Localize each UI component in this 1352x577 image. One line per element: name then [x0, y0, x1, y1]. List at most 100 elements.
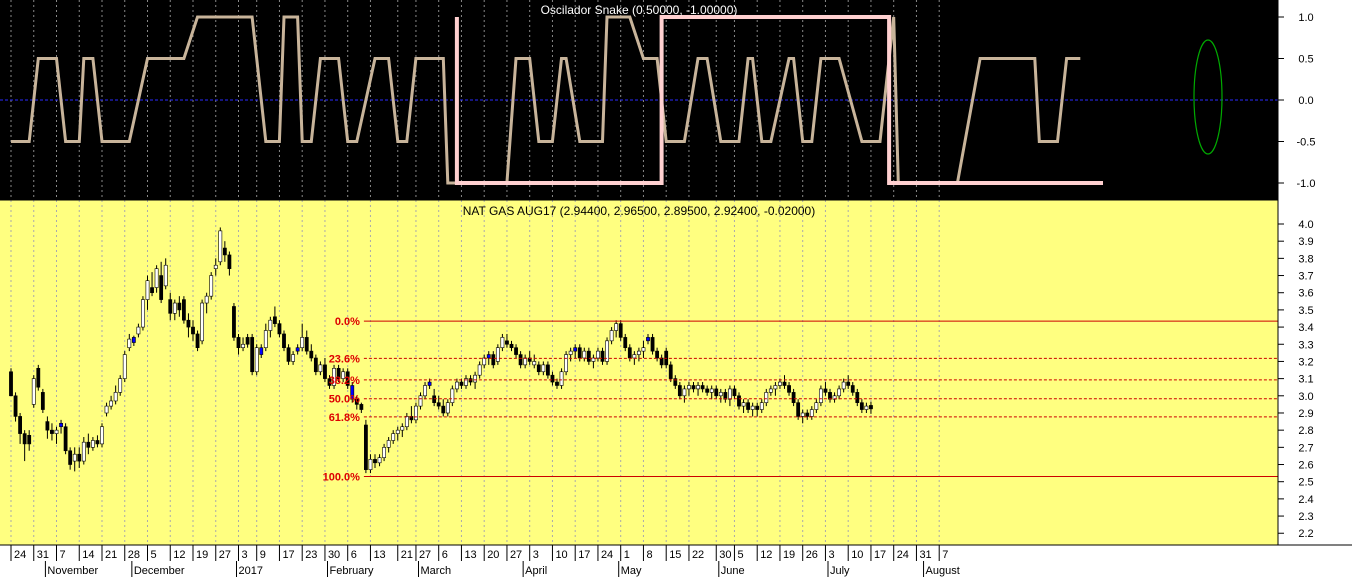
candle-body [586, 350, 591, 362]
candle-body [127, 338, 132, 348]
candle-body [77, 453, 82, 462]
candle-body [559, 371, 564, 386]
candle-body [182, 299, 186, 321]
candle-body [632, 354, 637, 359]
candle-body [213, 264, 218, 269]
candle-body [391, 433, 396, 441]
x-day-label: 23 [305, 549, 317, 561]
candle-body [509, 343, 514, 348]
x-month-label: July [830, 565, 850, 577]
x-day-label: 27 [419, 549, 431, 561]
x-day-label: 21 [105, 549, 117, 561]
x-day-label: 31 [37, 549, 49, 561]
candle-body [495, 347, 500, 362]
candle-body [828, 392, 832, 400]
price-axis-background [1278, 200, 1352, 545]
oscillator-axis-background [1278, 0, 1352, 200]
oscillator-y-tick-label: 0.0 [1298, 95, 1313, 107]
candle-body [323, 364, 327, 379]
x-day-label: 9 [260, 549, 266, 561]
candle-body [718, 392, 723, 397]
price-y-tick-label: 3.5 [1298, 305, 1313, 317]
candle-body [696, 385, 700, 390]
candle-body [741, 402, 746, 407]
candle-body [100, 426, 104, 445]
candle-body [596, 350, 600, 359]
x-day-label: 6 [351, 549, 357, 561]
x-month-label: June [721, 565, 745, 577]
x-day-label: 17 [874, 549, 886, 561]
x-day-label: 12 [173, 549, 185, 561]
candle-body [441, 405, 446, 414]
candle-body [150, 287, 154, 294]
candle-body [104, 405, 109, 414]
candle-body [227, 254, 232, 269]
oscillator-y-tick-label: 0.5 [1298, 54, 1313, 66]
chart-canvas: 0.0% 23.6% 38.2% 50.0% 61.8% 100.0% 1.0 0.5 0.0… [0, 0, 1352, 577]
candle-body [746, 402, 751, 410]
x-day-label: 30 [328, 549, 340, 561]
oscillator-y-tick-label: -1.0 [1297, 178, 1316, 190]
candle-body [386, 440, 391, 448]
candle-body [709, 388, 714, 393]
candle-body [131, 337, 136, 343]
x-month-label: December [134, 565, 185, 577]
x-day-label: 5 [737, 549, 743, 561]
candle-body [532, 361, 537, 366]
candle-body [382, 447, 387, 458]
candle-body [482, 357, 487, 366]
candle-body [541, 364, 546, 373]
candle-body [609, 330, 614, 342]
candle-body [668, 364, 673, 379]
candle-body [436, 402, 441, 407]
candle-body [850, 385, 855, 393]
candle-body [523, 357, 528, 366]
candle-body [209, 275, 214, 297]
price-y-tick-label: 3.4 [1298, 322, 1313, 334]
candle-body [254, 347, 259, 373]
candle-body [27, 435, 32, 445]
candle-body [550, 374, 555, 383]
candle-body [177, 302, 182, 311]
candle-body [113, 392, 118, 402]
x-day-label: 3 [828, 549, 834, 561]
candle-body [650, 337, 655, 352]
x-day-label: 3 [242, 549, 248, 561]
candle-body [477, 364, 482, 376]
candle-body [395, 429, 400, 434]
candle-body [846, 381, 851, 386]
x-day-label: 8 [646, 549, 652, 561]
price-y-tick-label: 4.0 [1298, 219, 1313, 231]
candle-body [568, 350, 573, 355]
candle-body [732, 388, 737, 397]
x-month-label: 2017 [239, 565, 263, 577]
x-day-label: 27 [219, 549, 231, 561]
x-day-label: 30 [719, 549, 731, 561]
candle-body [414, 405, 418, 421]
candle-body [700, 385, 705, 390]
x-day-label: 13 [373, 549, 385, 561]
candle-body [687, 385, 691, 390]
candle-body [791, 392, 796, 403]
candle-body [727, 388, 732, 400]
x-day-label: 7 [942, 549, 948, 561]
candle-body [545, 364, 550, 376]
candle-body [809, 409, 814, 417]
candle-body [145, 280, 150, 300]
candle-body [373, 459, 377, 464]
x-day-label: 14 [82, 549, 94, 561]
candle-body [759, 402, 764, 410]
x-month-label: November [47, 565, 98, 577]
candle-body [818, 388, 823, 403]
candle-body [272, 316, 277, 324]
price-y-tick-label: 2.8 [1298, 425, 1313, 437]
x-day-label: 3 [533, 549, 539, 561]
fib-level-label: 61.8% [329, 412, 360, 424]
candle-body [468, 378, 473, 383]
candle-body [778, 381, 782, 386]
candle-body [250, 337, 255, 373]
x-day-label: 24 [14, 549, 26, 561]
candle-body [737, 395, 741, 407]
candle-body [86, 441, 91, 448]
price-y-tick-label: 3.9 [1298, 236, 1313, 248]
